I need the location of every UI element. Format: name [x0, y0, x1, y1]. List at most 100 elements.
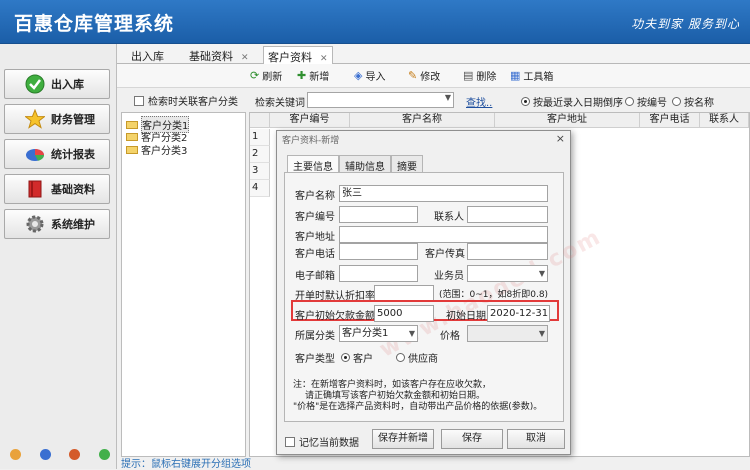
- code-field[interactable]: [339, 206, 418, 223]
- tab-customer-data[interactable]: 客户资料 ✕: [263, 46, 333, 64]
- salesman-label: 业务员: [434, 271, 464, 282]
- tab-inout[interactable]: 出入库: [127, 46, 168, 64]
- delete-label: 删除: [476, 72, 497, 83]
- tree-node[interactable]: 客户分类3: [126, 142, 187, 157]
- save-and-new-button[interactable]: 保存并新增: [372, 429, 434, 449]
- checkbox-label: 检索时关联客户分类: [148, 97, 238, 108]
- chevron-down-icon[interactable]: ▼: [539, 326, 545, 341]
- sort-by-code-radio[interactable]: 按编号: [625, 94, 667, 109]
- star-icon: [25, 109, 45, 129]
- column-header[interactable]: 客户地址: [495, 113, 640, 128]
- sort-by-name-radio[interactable]: 按名称: [672, 94, 714, 109]
- radio-icon: [521, 97, 530, 106]
- info-icon[interactable]: [39, 449, 51, 460]
- customer-dialog: 客户资料-新增 × 主要信息 辅助信息 摘要 www.haoded.com 客户…: [276, 130, 606, 455]
- sort-by-date-radio[interactable]: 按最近录入日期倒序: [521, 94, 623, 109]
- salesman-select[interactable]: ▼: [467, 265, 548, 282]
- type-customer-radio[interactable]: 客户: [341, 350, 373, 365]
- radio-label: 按名称: [684, 98, 714, 109]
- code-label: 客户编号: [295, 212, 335, 223]
- category-label: 所属分类: [295, 331, 335, 342]
- type-supplier-radio[interactable]: 供应商: [396, 350, 438, 365]
- nav-label: 出入库: [51, 78, 84, 91]
- date-field[interactable]: 2020-12-31: [487, 305, 550, 322]
- radio-label: 按最近录入日期倒序: [533, 98, 623, 109]
- refresh-button[interactable]: ⟳ 刷新: [250, 68, 282, 83]
- toolbar: ⟳ 刷新 ✚ 新增 ◈ 导入 ✎ 修改 ▤ 删除 ▦ 工具箱: [117, 64, 750, 88]
- toolbox-button[interactable]: ▦ 工具箱: [510, 68, 553, 83]
- remember-checkbox[interactable]: 记忆当前数据: [285, 434, 359, 449]
- table-row[interactable]: 3: [250, 163, 270, 180]
- table-row[interactable]: 4: [250, 180, 270, 197]
- tab-summary[interactable]: 摘要: [391, 155, 423, 173]
- pencil-icon[interactable]: [10, 449, 21, 460]
- nav-label: 基础资料: [51, 183, 95, 196]
- app-slogan: 功夫到家 服务到心: [631, 17, 740, 31]
- close-icon[interactable]: ✕: [241, 53, 249, 63]
- contact-label: 联系人: [434, 212, 464, 223]
- chevron-down-icon[interactable]: ▼: [445, 93, 451, 102]
- email-field[interactable]: [339, 265, 418, 282]
- radio-icon: [625, 97, 634, 106]
- fax-field[interactable]: [467, 243, 548, 260]
- column-header[interactable]: 客户编号: [270, 113, 350, 128]
- debt-field[interactable]: 5000: [374, 305, 434, 322]
- close-icon[interactable]: ×: [556, 132, 565, 145]
- nav-button-finance[interactable]: 财务管理: [4, 104, 110, 134]
- radio-label: 客户: [353, 354, 373, 365]
- category-select[interactable]: 客户分类1 ▼: [339, 325, 418, 342]
- contact-field[interactable]: [467, 206, 548, 223]
- tab-main-info[interactable]: 主要信息: [287, 155, 339, 173]
- category-tree: 客户分类1 客户分类2 客户分类3: [121, 112, 246, 457]
- name-field[interactable]: 张三: [339, 185, 548, 202]
- chevron-down-icon[interactable]: ▼: [409, 326, 415, 341]
- tab-label: 出入库: [131, 50, 164, 63]
- pie-chart-icon: [25, 144, 45, 164]
- nav-button-inout[interactable]: 出入库: [4, 69, 110, 99]
- price-select[interactable]: ▼: [467, 325, 548, 342]
- find-button[interactable]: 查找..: [466, 94, 492, 109]
- app-title: 百惠仓库管理系统: [14, 13, 175, 35]
- nav-button-basic-data[interactable]: 基础资料: [4, 174, 110, 204]
- checkbox[interactable]: [134, 95, 144, 106]
- date-label: 初始日期: [446, 311, 486, 322]
- type-label: 客户类型: [295, 354, 335, 365]
- save-button[interactable]: 保存: [441, 429, 503, 449]
- cancel-button[interactable]: 取消: [507, 429, 565, 449]
- table-row[interactable]: 2: [250, 146, 270, 163]
- debt-label: 客户初始欠款金额: [295, 311, 375, 322]
- chevron-down-icon[interactable]: ▼: [539, 266, 545, 281]
- tree-hint: 提示：鼠标右键展开分组选项: [121, 459, 251, 470]
- phone-field[interactable]: [339, 243, 418, 260]
- left-nav: 出入库 财务管理 统计报表 基础资料 系统维护: [0, 44, 117, 469]
- column-header[interactable]: 联系人: [700, 113, 749, 128]
- delete-button[interactable]: ▤ 删除: [463, 68, 496, 83]
- checkbox[interactable]: [285, 436, 295, 447]
- close-icon[interactable]: ✕: [320, 54, 328, 64]
- nav-label: 统计报表: [51, 148, 95, 161]
- nav-button-system[interactable]: 系统维护: [4, 209, 110, 239]
- search-input[interactable]: ▼: [307, 92, 454, 108]
- globe-icon[interactable]: [98, 449, 110, 460]
- address-field[interactable]: [339, 226, 548, 243]
- import-label: 导入: [365, 72, 386, 83]
- nav-button-reports[interactable]: 统计报表: [4, 139, 110, 169]
- column-header[interactable]: 客户电话: [640, 113, 700, 128]
- radio-icon: [396, 353, 405, 362]
- tab-aux-info[interactable]: 辅助信息: [339, 155, 391, 173]
- radio-label: 按编号: [637, 98, 667, 109]
- tab-basic-data[interactable]: 基础资料 ✕: [185, 46, 253, 64]
- edit-button[interactable]: ✎ 修改: [408, 68, 440, 83]
- check-circle-icon: [25, 74, 45, 94]
- folder-icon: [126, 145, 138, 154]
- address-label: 客户地址: [295, 232, 335, 243]
- table-row[interactable]: 1: [250, 129, 270, 146]
- add-button[interactable]: ✚ 新增: [297, 68, 329, 83]
- tools-icon[interactable]: [69, 449, 81, 460]
- column-header[interactable]: 客户名称: [350, 113, 495, 128]
- link-category-checkbox[interactable]: 检索时关联客户分类: [134, 93, 238, 108]
- book-icon: [25, 179, 45, 199]
- name-label: 客户名称: [295, 191, 335, 202]
- row-header-corner: [250, 113, 270, 128]
- import-button[interactable]: ◈ 导入: [354, 68, 385, 83]
